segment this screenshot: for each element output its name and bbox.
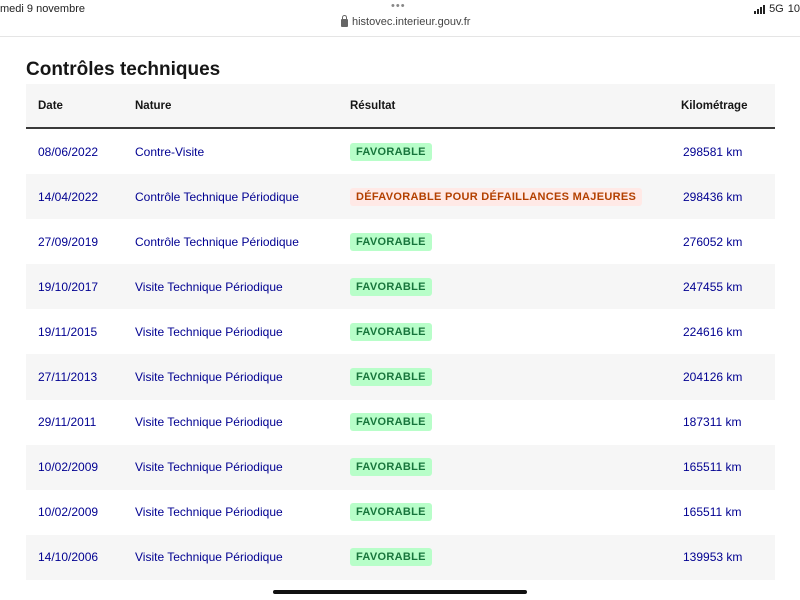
cell-result: FAVORABLE bbox=[338, 458, 671, 477]
cell-nature: Visite Technique Périodique bbox=[135, 505, 283, 520]
cell-date: 10/02/2009 bbox=[38, 460, 99, 475]
table-row: 10/02/2009 Visite Technique Périodique FAV… bbox=[26, 444, 775, 490]
cell-km: 298581 km bbox=[683, 144, 743, 159]
cell-date: 10/02/2009 bbox=[38, 505, 99, 520]
cell-nature: Visite Technique Périodique bbox=[135, 324, 283, 339]
cell-date: 19/11/2015 bbox=[38, 324, 98, 339]
cell-km: 187311 km bbox=[683, 415, 742, 430]
cell-result: FAVORABLE bbox=[338, 503, 671, 522]
cell-date: 19/10/2017 bbox=[38, 279, 99, 294]
status-badge: FAVORABLE bbox=[350, 232, 432, 251]
inspections-table: Date Nature Résultat Kilométrage 08/06/2… bbox=[26, 84, 775, 580]
cell-result: FAVORABLE bbox=[338, 548, 671, 567]
cell-nature: Visite Technique Périodique bbox=[135, 370, 283, 385]
table-row: 08/06/2022 Contre-Visite FAVORABLE 298581 k… bbox=[26, 129, 775, 175]
address-bar[interactable]: histovec.interieur.gouv.fr bbox=[341, 15, 470, 28]
cell-result: FAVORABLE bbox=[338, 232, 671, 251]
table-row: 14/10/2006 Visite Technique Périodique FAV… bbox=[26, 534, 775, 580]
header-date: Date bbox=[38, 99, 63, 112]
cell-nature: Visite Technique Périodique bbox=[135, 279, 283, 294]
cell-date: 29/11/2011 bbox=[38, 415, 97, 430]
status-bar: medi 9 novembre ••• 5G 10 bbox=[0, 0, 800, 16]
page-title: Contrôles techniques bbox=[26, 59, 221, 80]
status-right: 5G 10 bbox=[754, 3, 800, 15]
cell-date: 14/10/2006 bbox=[38, 550, 99, 565]
network-label: 5G bbox=[769, 3, 784, 15]
cell-km: 247455 km bbox=[683, 279, 743, 294]
cell-km: 276052 km bbox=[683, 234, 743, 249]
address-url[interactable]: histovec.interieur.gouv.fr bbox=[352, 16, 470, 28]
header-result: Résultat bbox=[350, 99, 396, 112]
cell-km: 204126 km bbox=[683, 370, 743, 385]
cell-km: 165511 km bbox=[683, 505, 742, 520]
more-dots-icon[interactable]: ••• bbox=[391, 0, 406, 12]
status-badge: FAVORABLE bbox=[350, 368, 432, 387]
table-row: 27/11/2013 Visite Technique Périodique FAV… bbox=[26, 354, 775, 400]
header-nature: Nature bbox=[135, 99, 172, 112]
status-badge: FAVORABLE bbox=[350, 142, 432, 161]
table-row: 10/02/2009 Visite Technique Périodique FAV… bbox=[26, 489, 775, 535]
cell-km: 298436 km bbox=[683, 189, 743, 204]
status-badge: FAVORABLE bbox=[350, 413, 432, 432]
cell-result: DÉFAVORABLE POUR DÉFAILLANCES MAJEURES bbox=[338, 187, 671, 206]
table-row: 27/09/2019 Contrôle Technique Périodique F… bbox=[26, 219, 775, 265]
table-row: 19/10/2017 Visite Technique Périodique FAV… bbox=[26, 264, 775, 310]
cell-result: FAVORABLE bbox=[338, 322, 671, 341]
cell-nature: Contrôle Technique Périodique bbox=[135, 234, 299, 249]
status-badge: FAVORABLE bbox=[350, 503, 432, 522]
cell-nature: Visite Technique Périodique bbox=[135, 550, 283, 565]
status-badge: FAVORABLE bbox=[350, 458, 432, 477]
table-row: 19/11/2015 Visite Technique Périodique FAV… bbox=[26, 309, 775, 355]
status-badge: FAVORABLE bbox=[350, 322, 432, 341]
signal-icon bbox=[754, 4, 766, 14]
cell-km: 224616 km bbox=[683, 324, 743, 339]
status-badge: FAVORABLE bbox=[350, 548, 432, 567]
cell-nature: Contrôle Technique Périodique bbox=[135, 189, 299, 204]
cell-result: FAVORABLE bbox=[338, 142, 671, 161]
cell-result: FAVORABLE bbox=[338, 413, 671, 432]
header-km: Kilométrage bbox=[681, 99, 748, 112]
cell-date: 27/11/2013 bbox=[38, 370, 98, 385]
cell-nature: Visite Technique Périodique bbox=[135, 460, 283, 475]
cell-nature: Visite Technique Périodique bbox=[135, 415, 283, 430]
cell-date: 27/09/2019 bbox=[38, 234, 99, 249]
table-row: 29/11/2011 Visite Technique Périodique FAV… bbox=[26, 399, 775, 445]
status-badge: FAVORABLE bbox=[350, 277, 432, 296]
home-indicator[interactable] bbox=[273, 590, 527, 594]
cell-result: FAVORABLE bbox=[338, 368, 671, 387]
status-date: medi 9 novembre bbox=[0, 3, 85, 15]
table-header: Date Nature Résultat Kilométrage bbox=[26, 84, 775, 129]
cell-date: 08/06/2022 bbox=[38, 144, 99, 159]
cell-nature: Contre-Visite bbox=[135, 144, 205, 159]
header-divider bbox=[0, 36, 800, 37]
cell-km: 139953 km bbox=[683, 550, 743, 565]
lock-icon bbox=[341, 15, 348, 27]
status-badge: DÉFAVORABLE POUR DÉFAILLANCES MAJEURES bbox=[350, 187, 643, 206]
battery-label: 10 bbox=[787, 3, 800, 15]
cell-date: 14/04/2022 bbox=[38, 189, 99, 204]
cell-result: FAVORABLE bbox=[338, 277, 671, 296]
table-row: 14/04/2022 Contrôle Technique Périodique D… bbox=[26, 174, 775, 220]
cell-km: 165511 km bbox=[683, 460, 742, 475]
table-body: 08/06/2022 Contre-Visite FAVORABLE 298581 k… bbox=[26, 129, 775, 580]
